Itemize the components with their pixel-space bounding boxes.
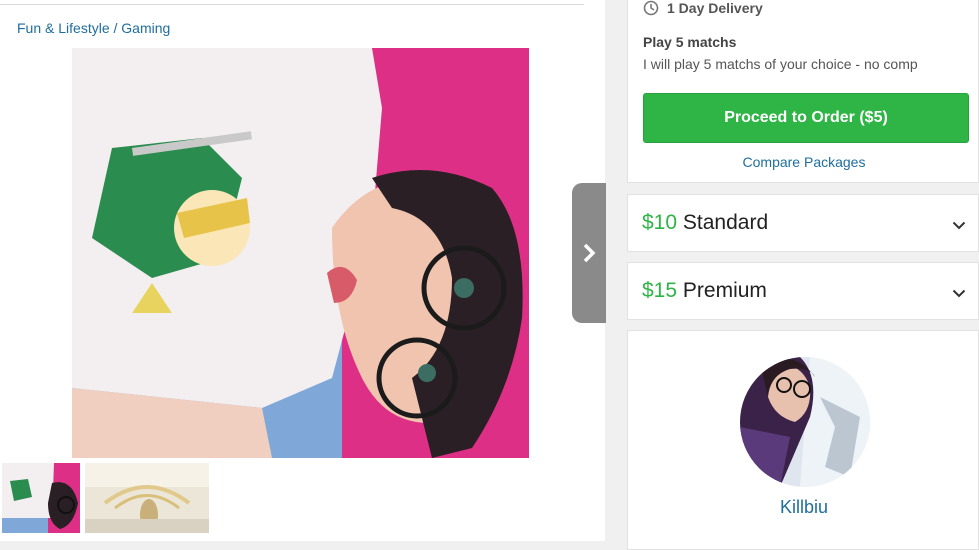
breadcrumb-category[interactable]: Fun & Lifestyle [17,20,110,36]
chevron-down-icon [952,221,966,230]
thumbnail-selfie [2,463,80,533]
divider [0,4,584,5]
avatar[interactable] [740,357,870,487]
compare-packages-link[interactable]: Compare Packages [628,154,979,170]
package-name: Standard [682,211,769,234]
delivery-time: 1 Day Delivery [643,0,763,16]
gallery-thumbnail[interactable] [85,463,209,533]
chevron-right-icon [583,243,596,263]
package-label: $10 Standard [642,211,768,235]
breadcrumb-separator: / [109,20,122,36]
basic-package-card: 1 Day Delivery Play 5 matchs I will play… [627,0,979,183]
gig-gallery-panel: Fun & Lifestyle / Gaming [0,0,605,541]
premium-package-toggle[interactable]: $15 Premium [627,262,979,320]
gallery-next-button[interactable] [572,183,606,323]
seller-card: Killbiu [627,330,979,550]
selfie-photo [72,48,529,458]
package-price: $10 [642,211,678,234]
clock-icon [643,0,659,16]
package-price: $15 [642,279,678,302]
gallery-thumbnail[interactable] [2,463,80,533]
chevron-down-icon [952,289,966,298]
breadcrumb-subcategory[interactable]: Gaming [121,20,170,36]
main-gallery-image[interactable] [72,48,529,458]
delivery-label: 1 Day Delivery [667,0,763,16]
seller-name-link[interactable]: Killbiu [628,497,979,518]
thumbnail-game-art [85,463,209,533]
proceed-to-order-button[interactable]: Proceed to Order ($5) [643,93,969,143]
package-description: I will play 5 matchs of your choice - no… [643,56,918,72]
standard-package-toggle[interactable]: $10 Standard [627,194,979,252]
breadcrumb: Fun & Lifestyle / Gaming [17,20,170,36]
package-title: Play 5 matchs [643,34,737,50]
package-label: $15 Premium [642,279,767,303]
seller-avatar-photo [740,357,870,487]
package-name: Premium [682,279,767,302]
